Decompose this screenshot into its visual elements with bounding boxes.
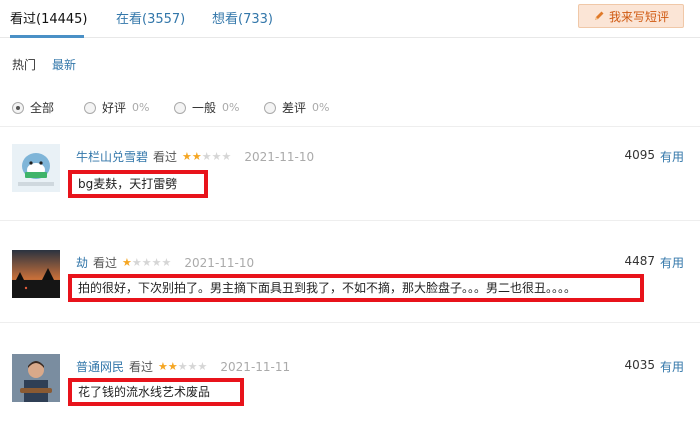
star-filled-icon: ★ [191, 150, 202, 163]
star-filled-icon: ★ [182, 150, 192, 163]
divider [0, 220, 700, 221]
vote-count: 4487 [624, 254, 655, 268]
rating-stars: ★ ★ ★ ★ ★ [182, 151, 231, 162]
star-empty-icon: ★ [177, 360, 188, 373]
filter-positive-percent: 0% [132, 101, 150, 114]
review-date: 2021-11-10 [184, 255, 255, 270]
vote-count: 4035 [624, 358, 655, 372]
filter-neutral-label: 一般 [192, 101, 217, 115]
review-item: 牛栏山兑雪碧 看过 ★ ★ ★ ★ ★ 2021-11-10 4095 有用 bg麦麸，… [0, 130, 700, 230]
write-review-button[interactable]: 我来写短评 [578, 4, 684, 28]
write-review-label: 我来写短评 [608, 9, 669, 24]
filter-positive[interactable]: 好评 0% [84, 99, 149, 116]
radio-icon [174, 101, 186, 114]
rating-stars: ★ ★ ★ ★ ★ [122, 257, 171, 268]
avatar[interactable] [12, 354, 60, 402]
star-filled-icon: ★ [167, 360, 178, 373]
filter-neutral[interactable]: 一般 0% [174, 99, 239, 116]
star-empty-icon: ★ [221, 150, 232, 163]
divider [0, 322, 700, 323]
pencil-icon [594, 11, 604, 20]
filter-negative-percent: 0% [312, 101, 330, 114]
radio-icon [264, 101, 276, 114]
useful-button[interactable]: 有用 [660, 358, 684, 375]
review-votes: 4035 有用 [624, 358, 684, 375]
review-meta: 劫 看过 ★ ★ ★ ★ ★ 2021-11-10 [76, 254, 254, 271]
filter-all-label: 全部 [30, 101, 55, 115]
review-author[interactable]: 牛栏山兑雪碧 [76, 148, 148, 165]
review-meta: 普通网民 看过 ★ ★ ★ ★ ★ 2021-11-11 [76, 358, 290, 375]
star-empty-icon: ★ [187, 360, 198, 373]
sort-hot[interactable]: 热门 [12, 56, 36, 73]
star-empty-icon: ★ [211, 150, 222, 163]
radio-icon [84, 101, 96, 114]
review-votes: 4095 有用 [624, 148, 684, 165]
review-item: 普通网民 看过 ★ ★ ★ ★ ★ 2021-11-11 4035 有用 花了钱的流水线… [0, 340, 700, 440]
review-status: 看过 [153, 150, 178, 164]
review-date: 2021-11-11 [220, 359, 291, 374]
filter-positive-label: 好评 [102, 101, 127, 115]
avatar-cartoon-shark-image [12, 144, 60, 192]
avatar[interactable] [12, 250, 60, 298]
rating-stars: ★ ★ ★ ★ ★ [158, 361, 207, 372]
review-status: 看过 [129, 360, 154, 374]
radio-selected-icon [12, 101, 24, 114]
review-item: 劫 看过 ★ ★ ★ ★ ★ 2021-11-10 4487 有用 拍的很好，下次别拍了… [0, 236, 700, 336]
star-empty-icon: ★ [151, 256, 162, 269]
divider [0, 126, 700, 127]
star-empty-icon: ★ [141, 256, 152, 269]
vote-count: 4095 [624, 148, 655, 162]
review-content: 拍的很好，下次别拍了。男主摘下面具丑到我了，不如不摘，那大脸盘子。。。男二也很丑… [68, 274, 644, 302]
useful-button[interactable]: 有用 [660, 148, 684, 165]
star-filled-icon: ★ [158, 360, 168, 373]
star-empty-icon: ★ [201, 150, 212, 163]
filter-negative-label: 差评 [282, 101, 307, 115]
avatar-guitarist-photo-image [12, 354, 60, 402]
sort-latest[interactable]: 最新 [52, 56, 76, 73]
tab-bar: 看过(14445) 在看(3557) 想看(733) 我来写短评 [0, 0, 700, 38]
star-empty-icon: ★ [161, 256, 172, 269]
filter-neutral-percent: 0% [222, 101, 240, 114]
avatar-sunset-photo-image [12, 250, 60, 298]
tab-watching[interactable]: 在看(3557) [116, 8, 185, 27]
review-votes: 4487 有用 [624, 254, 684, 271]
review-content: 花了钱的流水线艺术废品 [68, 378, 244, 406]
review-status: 看过 [93, 256, 118, 270]
review-date: 2021-11-10 [244, 149, 315, 164]
useful-button[interactable]: 有用 [660, 254, 684, 271]
tab-want-to-watch[interactable]: 想看(733) [212, 8, 273, 27]
avatar[interactable] [12, 144, 60, 192]
filter-all[interactable]: 全部 [12, 99, 54, 116]
star-empty-icon: ★ [131, 256, 142, 269]
star-empty-icon: ★ [197, 360, 208, 373]
review-meta: 牛栏山兑雪碧 看过 ★ ★ ★ ★ ★ 2021-11-10 [76, 148, 314, 165]
star-filled-icon: ★ [122, 256, 132, 269]
review-author[interactable]: 劫 [76, 254, 88, 271]
review-author[interactable]: 普通网民 [76, 358, 124, 375]
active-tab-indicator [10, 35, 84, 38]
tab-watched[interactable]: 看过(14445) [10, 8, 88, 27]
filter-negative[interactable]: 差评 0% [264, 99, 329, 116]
review-content: bg麦麸，天打雷劈 [68, 170, 208, 198]
